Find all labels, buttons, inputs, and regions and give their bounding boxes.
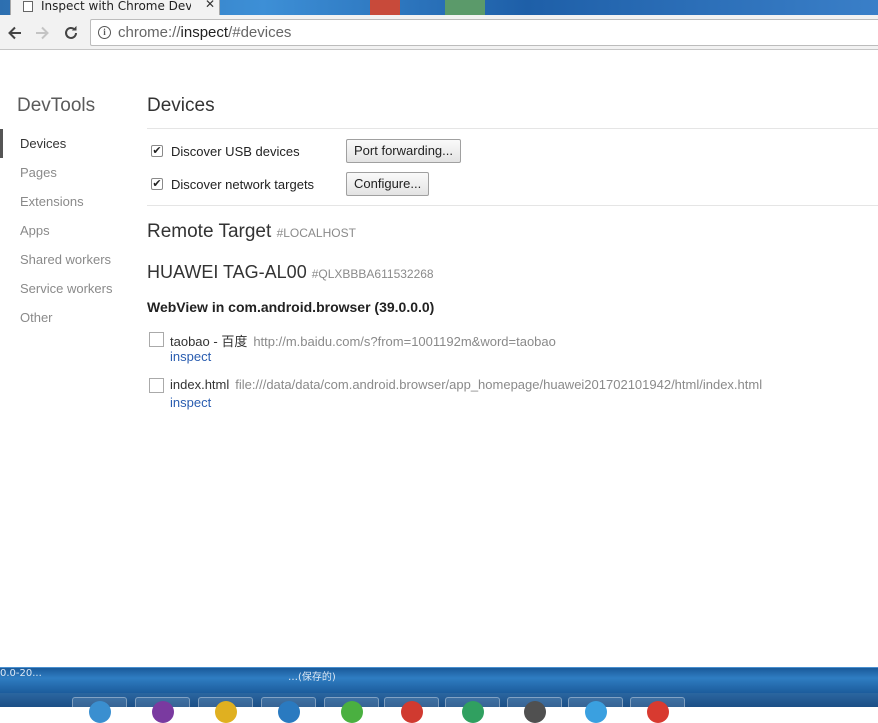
- device-serial: #QLXBBBA611532268: [311, 267, 434, 281]
- app-icon: [401, 701, 423, 723]
- page-icon: [23, 1, 33, 12]
- taskbar-app-button[interactable]: [72, 697, 127, 723]
- app-icon: [89, 701, 111, 723]
- browser-toolbar: i chrome://inspect/#devices: [0, 15, 878, 50]
- discover-network-checkbox[interactable]: ✔: [151, 178, 163, 190]
- app-icon: [647, 701, 669, 723]
- app-icon: [278, 701, 300, 723]
- configure-button[interactable]: Configure...: [346, 172, 430, 196]
- target-item: taobao - 百度 http://m.baidu.com/s?from=100…: [149, 331, 849, 371]
- device-name: HUAWEI TAG-AL00: [147, 262, 307, 282]
- taskbar-app-button[interactable]: [198, 697, 253, 723]
- divider: [147, 128, 878, 129]
- arrow-left-icon[interactable]: [5, 23, 25, 43]
- close-icon[interactable]: ✕: [205, 0, 215, 10]
- target-title-row: index.html file:///data/data/com.android.…: [170, 377, 762, 392]
- sidebar-item-shared-workers[interactable]: Shared workers: [0, 245, 120, 274]
- target-url: http://m.baidu.com/s?from=1001192m&word=…: [253, 334, 556, 349]
- target-item: index.html file:///data/data/com.android.…: [149, 377, 849, 417]
- taskbar-app-button[interactable]: [507, 697, 562, 723]
- target-name: taobao - 百度: [170, 334, 248, 349]
- taskbar-app-button[interactable]: [135, 697, 190, 723]
- taskbar-app-button[interactable]: [384, 697, 439, 723]
- app-icon: [462, 701, 484, 723]
- background-decoration: [445, 0, 485, 15]
- taskbar-app-button[interactable]: [261, 697, 316, 723]
- sidebar-item-devices[interactable]: Devices: [0, 129, 120, 158]
- background-decoration: [370, 0, 400, 15]
- tab-title: Inspect with Chrome Developer Tools: [41, 0, 191, 13]
- remote-target-sub: #LOCALHOST: [276, 226, 356, 240]
- app-icon: [524, 701, 546, 723]
- taskbar-preview-strip: 0.0-20... …(保存的): [0, 667, 878, 693]
- taskbar-app-button[interactable]: [630, 697, 685, 723]
- inspect-link[interactable]: inspect: [170, 395, 211, 410]
- sidebar-title: DevTools: [17, 95, 96, 116]
- app-icon: [152, 701, 174, 723]
- address-bar[interactable]: i chrome://inspect/#devices: [90, 19, 878, 46]
- target-url: file:///data/data/com.android.browser/ap…: [235, 377, 763, 392]
- port-forwarding-button[interactable]: Port forwarding...: [346, 139, 461, 163]
- taskbar-app-button[interactable]: [445, 697, 500, 723]
- taskbar-text: …(保存的): [288, 672, 336, 683]
- discover-usb-label: Discover USB devices: [171, 144, 300, 159]
- target-thumbnail: [149, 332, 164, 347]
- target-thumbnail: [149, 378, 164, 393]
- reload-icon[interactable]: [61, 23, 81, 43]
- sidebar-item-apps[interactable]: Apps: [0, 216, 120, 245]
- target-name: index.html: [170, 377, 230, 392]
- sidebar-item-extensions[interactable]: Extensions: [0, 187, 120, 216]
- browser-tab[interactable]: Inspect with Chrome Developer Tools ✕: [10, 0, 220, 15]
- url-text: chrome://inspect/#devices: [118, 24, 292, 41]
- device-heading: HUAWEI TAG-AL00 #QLXBBBA611532268: [147, 262, 434, 283]
- discover-network-label: Discover network targets: [171, 177, 315, 192]
- page-title: Devices: [147, 95, 215, 116]
- taskbar: [0, 693, 878, 723]
- arrow-right-icon[interactable]: [32, 23, 52, 43]
- remote-target-heading: Remote Target #LOCALHOST: [147, 221, 356, 243]
- inspect-link[interactable]: inspect: [170, 349, 211, 364]
- divider: [147, 205, 878, 206]
- browser-heading: WebView in com.android.browser (39.0.0.0…: [147, 299, 435, 315]
- info-icon[interactable]: i: [98, 26, 111, 39]
- tab-strip: Inspect with Chrome Developer Tools ✕: [0, 0, 878, 15]
- taskbar-app-button[interactable]: [324, 697, 379, 723]
- sidebar-item-pages[interactable]: Pages: [0, 158, 120, 187]
- sidebar-nav: Devices Pages Extensions Apps Shared wor…: [0, 129, 120, 332]
- sidebar-item-service-workers[interactable]: Service workers: [0, 274, 120, 303]
- app-icon: [215, 701, 237, 723]
- remote-target-title: Remote Target: [147, 221, 272, 242]
- sidebar-item-other[interactable]: Other: [0, 303, 120, 332]
- taskbar-app-button[interactable]: [568, 697, 623, 723]
- discover-usb-checkbox[interactable]: ✔: [151, 145, 163, 157]
- app-icon: [341, 701, 363, 723]
- target-title-row: taobao - 百度 http://m.baidu.com/s?from=100…: [170, 331, 556, 350]
- taskbar-text: 0.0-20...: [0, 668, 42, 679]
- app-icon: [585, 701, 607, 723]
